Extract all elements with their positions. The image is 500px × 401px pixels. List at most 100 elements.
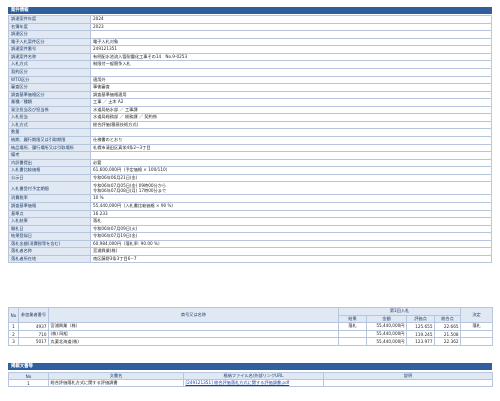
- result-name: 丸薬北海道(株): [48, 337, 339, 346]
- info-label: WTO区分: [8, 75, 91, 85]
- info-row: WTO区分 適用外: [8, 75, 492, 85]
- col-header-round1: 第1回入札: [337, 307, 462, 316]
- info-row: 数量: [8, 128, 492, 137]
- info-label: 入札方式: [8, 60, 91, 69]
- info-value: 有明配水池流入管耐震化工事その14 No.9-0253: [90, 52, 492, 62]
- info-row: 落札者所在地 南区藤野3条3丁目6−7: [8, 254, 492, 264]
- info-label: 基準点: [8, 209, 91, 219]
- info-value: 適用外: [90, 75, 492, 85]
- info-row: 入札結果 落札: [8, 217, 492, 226]
- info-row: 基準点 16.233: [8, 209, 492, 219]
- doc-file-cell: [249121351] 総合評価落札方式に関する評価調書.pdf: [183, 379, 324, 387]
- info-label: 入札結果: [8, 217, 91, 226]
- info-row: 備考: [8, 151, 492, 160]
- info-row: 結果登録日 令和06年07月19日(金): [8, 232, 492, 241]
- info-label: 調達案件名称: [8, 52, 91, 62]
- info-row: 調達区分: [8, 30, 492, 39]
- info-label: 調査基準価格: [8, 201, 91, 211]
- result-status: [338, 337, 367, 346]
- info-label: 調達案件年度: [8, 15, 91, 24]
- info-label: 落札金額(消費税等を含む): [8, 239, 91, 249]
- info-row: 業種／種類 工事 ／ 土木 A2: [8, 98, 492, 107]
- result-status: 落札: [338, 322, 367, 331]
- info-value: 55,440,000円（入札書比較価格 × 90 %）: [90, 201, 492, 211]
- info-label: 契約区分: [8, 67, 91, 77]
- info-value: 2023: [90, 22, 492, 32]
- info-value: 札幌市清田区真栄4条2~3丁目: [90, 143, 492, 153]
- info-row: 発注担当及び担当係 水道局給水部 ／ 工事課: [8, 105, 492, 115]
- info-row: 開札日 令和06年07月09日(火): [8, 224, 492, 234]
- info-value: 令和06年06月21日(金): [90, 173, 492, 183]
- info-row: 入札担当 水道局総務部 ／ 総務課 ／ 契約係: [8, 113, 492, 122]
- info-label: 入札方式: [8, 120, 91, 130]
- info-value: 落札: [90, 217, 492, 226]
- info-row: 入札書受付予定期間 令和06年07月05日(金) 09時00分から 令和06年07月…: [8, 181, 492, 196]
- col-header-decision: 決定: [460, 306, 494, 324]
- info-label: 数量: [8, 128, 91, 137]
- table-row: 2 710 (株) 岡組 55,440,000円 119.245 21.508: [8, 329, 494, 339]
- info-row: 入札書比較価格 61,600,000円（予定価格 × 100/110）: [8, 166, 492, 175]
- table-row: 1 4937 宮浦興業（株） 落札 55,440,000円 125.655 22.665 落札: [8, 322, 494, 331]
- info-value: 令和06年07月09日(火): [90, 224, 492, 234]
- info-value: 令和06年07月05日(金) 09時00分から 令和06年07月08日(月) 17…: [90, 181, 492, 196]
- result-name: (株) 岡組: [48, 329, 339, 339]
- info-label: 納品場所、履行場所又は引取場所: [8, 143, 91, 153]
- info-label: 調達案件番号: [8, 45, 91, 54]
- info-label: 納期、履行期限又は引取期限: [8, 136, 91, 145]
- result-score: 123.977: [406, 337, 435, 346]
- result-name: 宮浦興業（株）: [48, 322, 339, 331]
- info-row: 調達案件名称 有明配水池流入管耐震化工事その14 No.9-0253: [8, 52, 492, 62]
- info-label: 入札書受付予定期間: [8, 181, 91, 196]
- info-value: 南区藤野3条3丁目6−7: [90, 254, 492, 264]
- info-label: 内訳書提出: [8, 158, 91, 168]
- doc-header-name: 文書名: [48, 372, 184, 380]
- info-value: 工事 ／ 土木 A2: [90, 98, 492, 107]
- info-label: 開札日: [8, 224, 91, 234]
- info-row: 調査基準価格 55,440,000円（入札書比較価格 × 90 %）: [8, 201, 492, 211]
- info-row: 公示日 令和06年06月21日(金): [8, 173, 492, 183]
- section-header-documents: 掲載文書等: [8, 363, 492, 370]
- info-row: 納品場所、履行場所又は引取場所 札幌市清田区真栄4条2~3丁目: [8, 143, 492, 153]
- info-row: 調達案件年度 2024: [8, 15, 492, 24]
- result-total: 22.362: [433, 337, 462, 346]
- info-label: 電子入札案件区分: [8, 37, 91, 47]
- result-score: 125.655: [406, 322, 435, 331]
- info-label: 備考: [8, 151, 91, 160]
- col-header-total: 総合点: [433, 314, 462, 324]
- doc-header-note: 説明: [323, 372, 493, 380]
- result-no: 1: [8, 322, 19, 331]
- result-amount: 55,440,000円: [366, 322, 407, 331]
- col-header-name: 商号又は名称: [48, 306, 339, 324]
- info-row: 契約区分: [8, 67, 492, 77]
- info-row: 納期、履行期限又は引取期限 仕様書のとおり: [8, 136, 492, 145]
- info-value-line: 令和06年07月08日(月) 17時00分まで: [93, 188, 167, 194]
- bid-results-table: No 参加業者番号 商号又は名称 第1回入札 決定 結果 金額 評価点 総合点 …: [8, 306, 494, 346]
- result-bidder-no: 4937: [18, 322, 49, 331]
- info-row: 名簿年度 2023: [8, 22, 492, 32]
- result-status: [338, 329, 367, 339]
- info-label: 落札者名称: [8, 247, 91, 256]
- info-value: 制限付一般競争入札: [90, 60, 492, 69]
- list-item: 1 総合評価落札方式に関する評価調書 [249121351] 総合評価落札方式に関す…: [8, 379, 493, 387]
- info-value: 仕様書のとおり: [90, 136, 492, 145]
- info-label: 名簿年度: [8, 22, 91, 32]
- info-row: 入札方式 制限付一般競争入札: [8, 60, 492, 69]
- result-amount: 55,440,000円: [366, 337, 407, 346]
- table-row: 3 5017 丸薬北海道(株) 55,440,000円 123.977 22.362: [8, 337, 494, 346]
- info-value: [90, 151, 492, 160]
- info-row: 電子入札案件区分 電子入札対象: [8, 37, 492, 47]
- info-row: 内訳書提出 必要: [8, 158, 492, 168]
- info-label: 業種／種類: [8, 98, 91, 107]
- info-label: 入札担当: [8, 113, 91, 122]
- col-header-bidder-no: 参加業者番号: [18, 306, 49, 324]
- result-decision: [460, 337, 494, 346]
- doc-note: [323, 379, 493, 387]
- info-label: 調達区分: [8, 30, 91, 39]
- info-label: 審査区分: [8, 83, 91, 92]
- doc-file-link[interactable]: [249121351] 総合評価落札方式に関する評価調書.pdf: [186, 381, 290, 386]
- info-value: 水道局給水部 ／ 工事課: [90, 105, 492, 115]
- col-header-no: No: [8, 306, 19, 324]
- result-no: 3: [8, 337, 19, 346]
- info-value: 宮浦興業(株): [90, 247, 492, 256]
- info-row: 審査区分 事後審査: [8, 83, 492, 92]
